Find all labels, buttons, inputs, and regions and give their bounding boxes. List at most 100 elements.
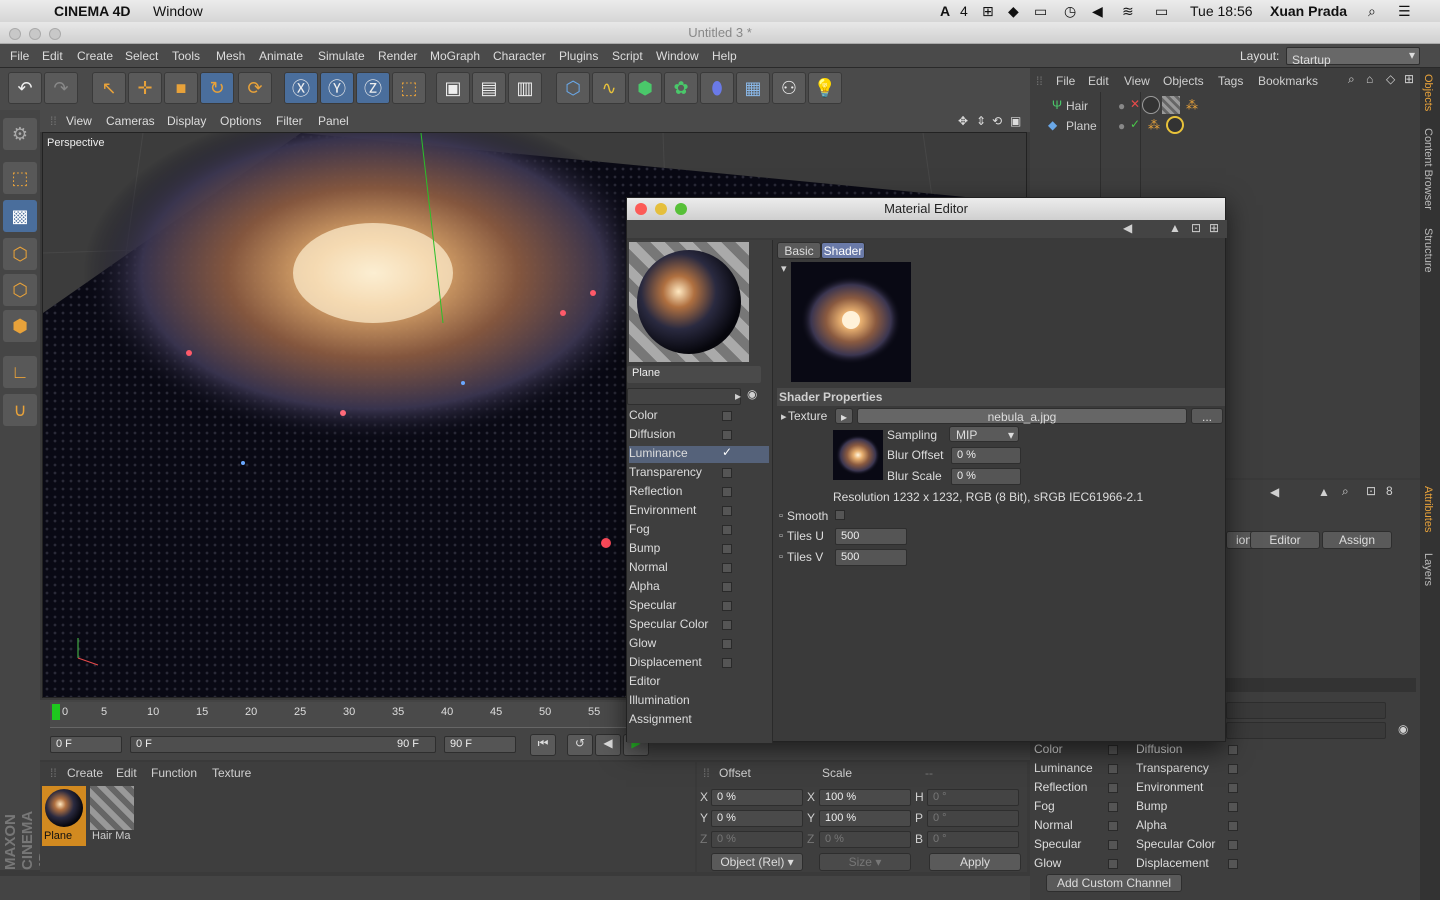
texture-menu-button[interactable]: ▸ [835,408,853,424]
om-menu-file[interactable]: File [1056,74,1075,88]
notification-icon[interactable]: ☰ [1398,3,1411,20]
menu-mesh[interactable]: Mesh [216,49,245,63]
attr-channel-alpha[interactable]: Alpha [1136,818,1276,835]
vp-menu-panel[interactable]: Panel [318,114,349,128]
scale-z-field[interactable]: 0 % [819,831,911,848]
menu-render[interactable]: Render [378,49,417,63]
light-icon[interactable]: 💡 [808,72,842,104]
channel-checkbox[interactable] [722,620,732,630]
tab-shader[interactable]: Shader [821,242,865,259]
texture-file-button[interactable]: nebula_a.jpg [857,408,1187,424]
clock[interactable]: Tue 18:56 [1190,3,1253,19]
mm-menu-function[interactable]: Function [151,766,197,780]
vp-menu-filter[interactable]: Filter [276,114,303,128]
channel-glow[interactable]: Glow [629,636,769,653]
menu-plugins[interactable]: Plugins [559,49,598,63]
tab-objects[interactable]: Objects [1422,74,1434,111]
prev-frame-icon[interactable]: ◀ [595,734,621,756]
arrow-icon[interactable]: ▸ [735,389,741,403]
new-window-icon[interactable]: ⊞ [1404,72,1414,86]
tab-content-browser[interactable]: Content Browser [1422,128,1434,210]
om-menu-tags[interactable]: Tags [1218,74,1243,88]
cube-icon[interactable]: ⬡ [556,72,590,104]
recent-tool-button[interactable]: ⟳ [238,72,272,104]
menu-mograph[interactable]: MoGraph [430,49,480,63]
vp-menu-display[interactable]: Display [167,114,206,128]
attr-channel-diffusion[interactable]: Diffusion [1136,742,1276,759]
model-mode-icon[interactable]: ⬚ [3,162,37,194]
menu-tools[interactable]: Tools [172,49,200,63]
checkmark-icon[interactable]: ✓ [722,445,732,459]
tab-editor[interactable]: Editor [1250,531,1320,549]
channel-checkbox[interactable] [722,601,732,611]
tab-assign[interactable]: Assign [1322,531,1392,549]
snap-icon[interactable]: ∪ [3,394,37,426]
subdivision-icon[interactable]: ⬢ [628,72,662,104]
zoom-view-icon[interactable]: ⇕ [976,114,986,128]
channel-displacement[interactable]: Displacement [629,655,769,672]
channel-specular[interactable]: Specular [629,598,769,615]
channel-checkbox[interactable] [1228,821,1238,831]
scale-tool-button[interactable]: ■ [164,72,198,104]
menu-file[interactable]: File [10,49,29,63]
y-axis-button[interactable]: Ⓨ [320,72,354,104]
material-preview[interactable] [629,242,749,362]
menu-help[interactable]: Help [712,49,737,63]
picker-icon[interactable]: ◉ [747,387,757,401]
attr-channel-environment[interactable]: Environment [1136,780,1276,797]
menu-animate[interactable]: Animate [259,49,303,63]
up-icon[interactable]: ◇ [1386,72,1395,86]
texture-mode-icon[interactable]: ▩ [3,200,37,232]
search-icon[interactable]: ⌕ [1348,72,1355,87]
om-menu-view[interactable]: View [1124,74,1150,88]
make-editable-icon[interactable]: ⚙ [3,118,37,150]
lock-icon[interactable]: ⊡ [1191,221,1201,235]
object-name[interactable]: Plane [1066,119,1097,133]
end-frame-field[interactable]: 90 F [444,736,516,753]
rotate-view-icon[interactable]: ⟲ [992,114,1002,128]
frame-range-slider[interactable]: 0 F 90 F [130,736,436,753]
back-icon[interactable]: ◀ [1270,485,1279,499]
channel-assignment[interactable]: Assignment [629,712,769,729]
channel-checkbox[interactable] [722,544,732,554]
expand-icon[interactable]: ▸ [781,410,787,423]
om-menu-bookmarks[interactable]: Bookmarks [1258,74,1318,88]
channel-checkbox[interactable] [1228,783,1238,793]
vp-menu-cameras[interactable]: Cameras [106,114,155,128]
apply-button[interactable]: Apply [929,853,1021,871]
disabled-icon[interactable]: ✕ [1130,97,1140,111]
channel-checkbox[interactable] [1108,764,1118,774]
go-to-start-icon[interactable]: ⏮ [530,734,556,756]
camera-icon[interactable]: ⚇ [772,72,806,104]
menu-window[interactable]: Window [656,49,699,63]
hair-tag-icon[interactable]: ⁂ [1186,98,1198,112]
layout-dropdown[interactable]: Startup ▾ [1286,47,1420,67]
attr-channel-transparency[interactable]: Transparency [1136,761,1276,778]
attr-channel-specular-color[interactable]: Specular Color [1136,837,1276,854]
coord-mode-dropdown[interactable]: Object (Rel) ▾ [711,853,803,871]
close-button[interactable] [635,203,647,215]
channel-checkbox[interactable] [1108,802,1118,812]
edges-mode-icon[interactable]: ⬡ [3,274,37,306]
om-menu-objects[interactable]: Objects [1163,74,1204,88]
channel-checkbox[interactable] [1228,802,1238,812]
rotate-tool-button[interactable]: ↻ [200,72,234,104]
axis-mode-icon[interactable]: ∟ [3,356,37,388]
channel-checkbox[interactable] [1108,859,1118,869]
channel-checkbox[interactable] [722,487,732,497]
material-plane[interactable]: Plane [42,786,86,846]
menu-select[interactable]: Select [125,49,158,63]
volume-icon[interactable]: ◀ [1092,3,1103,20]
channel-specular-color[interactable]: Specular Color [629,617,769,634]
channel-checkbox[interactable] [1108,745,1118,755]
object-row-hair[interactable]: Ψ Hair ● ✕ ⁂ [1038,96,1408,116]
attr-channel-bump[interactable]: Bump [1136,799,1276,816]
zoom-button[interactable] [675,203,687,215]
texture-preview[interactable] [791,262,911,382]
menu-create[interactable]: Create [77,49,113,63]
menu-edit[interactable]: Edit [42,49,63,63]
scale-x-field[interactable]: 100 % [819,789,911,806]
battery-icon[interactable]: ▭ [1155,3,1168,20]
menu-simulate[interactable]: Simulate [318,49,365,63]
spotlight-icon[interactable]: ⌕ [1368,3,1376,20]
